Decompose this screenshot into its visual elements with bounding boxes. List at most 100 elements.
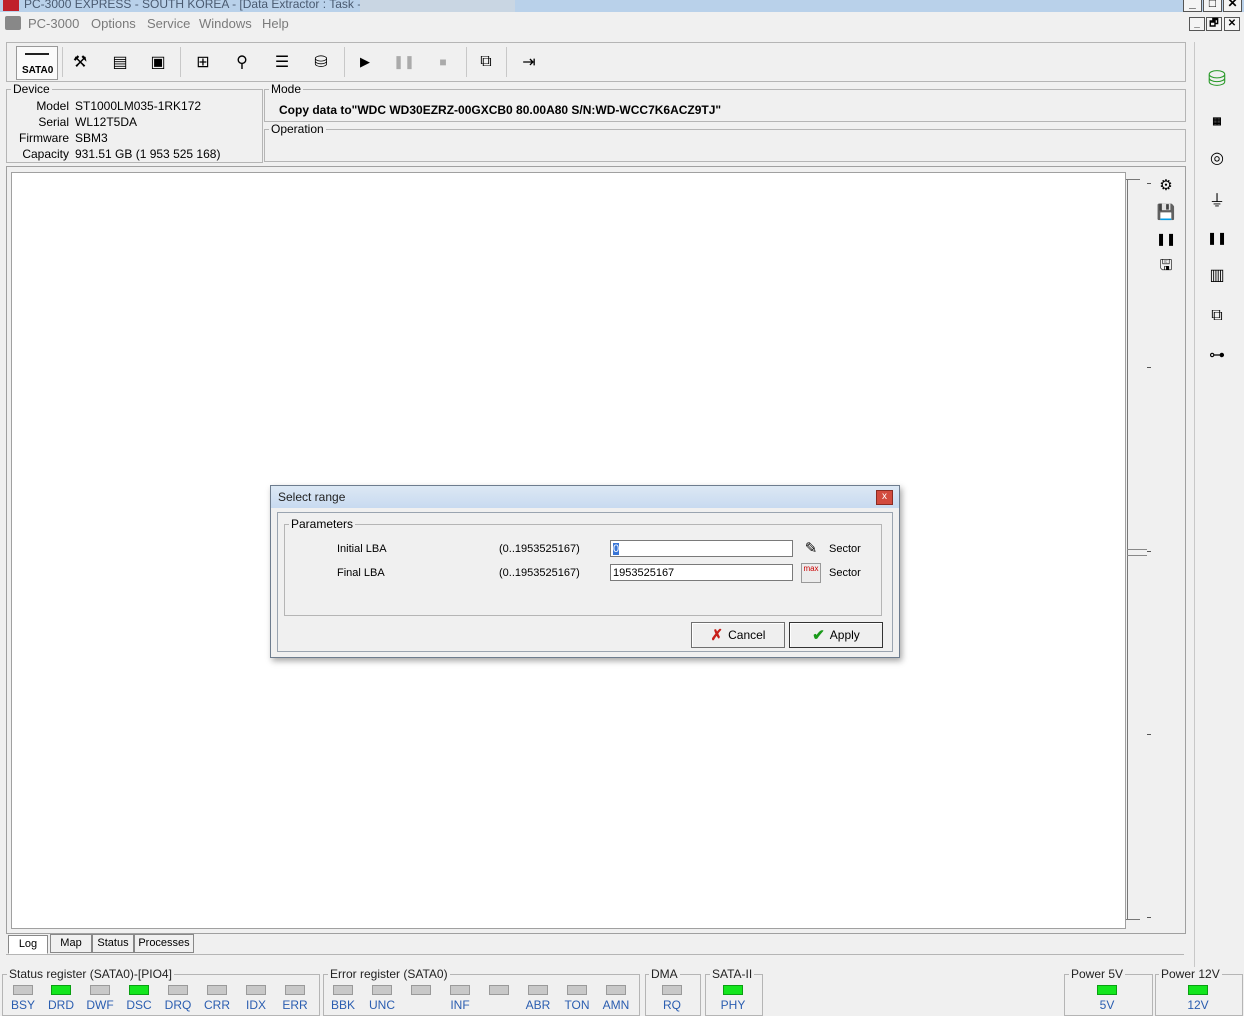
led-5v-label: 5V xyxy=(1099,998,1115,1012)
disk-activity-icon[interactable]: ▥ xyxy=(1203,262,1231,288)
led-unc-label: UNC xyxy=(369,998,395,1012)
slider-tick xyxy=(1147,917,1151,918)
save-as-icon[interactable]: 🖫 xyxy=(1155,256,1177,278)
slider-cap-bottom xyxy=(1126,919,1140,920)
app-menu-icon[interactable] xyxy=(5,16,21,30)
device-group-title: Device xyxy=(11,82,52,96)
menu-windows[interactable]: Windows xyxy=(199,16,252,31)
mdi-minimize-button[interactable]: _ xyxy=(1189,17,1205,31)
exit-icon[interactable]: ⇥ xyxy=(514,47,544,77)
mode-text: Copy data to"WDC WD30EZRZ-00GXCB0 80.00A… xyxy=(279,103,722,117)
capacity-label: Capacity xyxy=(22,147,69,161)
copy-icon[interactable]: ⧉ xyxy=(471,47,501,77)
menu-help[interactable]: Help xyxy=(262,16,289,31)
led-ton xyxy=(567,985,587,995)
tab-map[interactable]: Map xyxy=(50,934,92,953)
tab-log[interactable]: Log xyxy=(8,935,48,954)
settings-icon[interactable]: ⚙ xyxy=(1155,174,1177,196)
status-register-title: Status register (SATA0)-[PIO4] xyxy=(7,967,174,981)
mdi-restore-button[interactable]: 🗗 xyxy=(1206,17,1222,31)
maximize-button[interactable]: □ xyxy=(1203,0,1222,12)
model-label: Model xyxy=(36,99,69,113)
tree-icon[interactable]: ⊞ xyxy=(188,47,218,77)
sata2-title: SATA-II xyxy=(710,967,755,981)
max-icon[interactable]: max xyxy=(801,563,821,583)
led-blank-2 xyxy=(489,985,509,995)
sector-editor-icon[interactable]: ▤ xyxy=(105,47,135,77)
toolbar-separator xyxy=(344,47,345,77)
led-err xyxy=(285,985,305,995)
id-icon[interactable]: ▣ xyxy=(143,47,173,77)
menu-pc3000[interactable]: PC-3000 xyxy=(28,16,79,31)
stop-icon[interactable]: ■ xyxy=(428,47,458,77)
close-button[interactable]: ✕ xyxy=(1223,0,1242,12)
slider-cap-top xyxy=(1126,179,1140,180)
power5-title: Power 5V xyxy=(1069,967,1126,981)
port-select-button[interactable]: SATA0 xyxy=(16,46,58,80)
final-lba-input[interactable]: 1953525167 xyxy=(610,564,793,581)
sidebar-divider xyxy=(1194,42,1195,972)
apply-button[interactable]: ✔ Apply xyxy=(789,622,883,648)
final-lba-label: Final LBA xyxy=(337,567,385,579)
max-icon-label: max xyxy=(803,564,819,573)
tab-processes[interactable]: Processes xyxy=(134,934,194,953)
led-amn-label: AMN xyxy=(602,998,630,1012)
database-icon[interactable]: ⛁ xyxy=(1203,66,1231,92)
dialog-title: Select range xyxy=(278,490,346,504)
led-drq-label: DRQ xyxy=(164,998,192,1012)
dialog-title-bar: Select range x xyxy=(271,486,899,508)
pause-icon[interactable]: ❚❚ xyxy=(1203,225,1231,251)
cancel-x-icon: ✗ xyxy=(710,627,724,644)
pause-icon[interactable]: ❚❚ xyxy=(389,47,419,77)
slider-thumb[interactable] xyxy=(1127,549,1147,556)
initial-lba-label: Initial LBA xyxy=(337,543,387,555)
slider-tick xyxy=(1147,734,1151,735)
menu-service[interactable]: Service xyxy=(147,16,190,31)
apply-label: Apply xyxy=(829,628,860,642)
dma-title: DMA xyxy=(649,967,680,981)
toolbar-separator xyxy=(180,47,181,77)
stack-icon[interactable]: ☰ xyxy=(267,47,297,77)
minimize-button[interactable]: _ xyxy=(1183,0,1202,12)
disk-icon[interactable]: ⛁ xyxy=(306,47,336,77)
tools-icon[interactable]: ⚒ xyxy=(65,47,95,77)
power12-title: Power 12V xyxy=(1159,967,1222,981)
menu-options[interactable]: Options xyxy=(91,16,136,31)
mode-group: Mode Copy data to"WDC WD30EZRZ-00GXCB0 8… xyxy=(264,82,1186,122)
toolbar-separator xyxy=(62,47,63,77)
led-blank-1 xyxy=(411,985,431,995)
toolbar-separator xyxy=(466,47,467,77)
search-icon[interactable]: ⚲ xyxy=(227,47,257,77)
port-label: SATA0 xyxy=(22,65,54,76)
led-12v-label: 12V xyxy=(1187,998,1209,1012)
led-crr xyxy=(207,985,227,995)
final-lba-value: 1953525167 xyxy=(613,567,675,579)
title-redacted xyxy=(360,0,515,12)
play-icon[interactable]: ▶ xyxy=(350,47,380,77)
reset-icon[interactable]: ▦ xyxy=(1203,108,1231,134)
save-icon[interactable]: 💾 xyxy=(1155,201,1177,223)
connector-icon[interactable]: ⊶ xyxy=(1203,342,1231,368)
copy-remove-icon[interactable]: ⧉ xyxy=(1203,303,1231,329)
cancel-label: Cancel xyxy=(728,628,766,642)
slider-tick xyxy=(1147,183,1151,184)
led-dsc-label: DSC xyxy=(126,998,152,1012)
pick-icon[interactable]: ✎ xyxy=(801,539,821,559)
slider-tick xyxy=(1147,367,1151,368)
power-zero-icon[interactable]: ◎ xyxy=(1203,145,1231,171)
title-bar: PC-3000 EXPRESS - SOUTH KOREA - [Data Ex… xyxy=(0,0,1244,12)
signal-icon[interactable]: ⏚ xyxy=(1203,186,1231,212)
cancel-button[interactable]: ✗ Cancel xyxy=(691,622,785,648)
dialog-close-button[interactable]: x xyxy=(876,490,893,505)
device-group: Device Model ST1000LM035-1RK172 Serial W… xyxy=(6,82,263,163)
initial-lba-value: 0 xyxy=(613,543,620,555)
led-crr-label: CRR xyxy=(204,998,230,1012)
initial-unit-label: Sector xyxy=(829,543,861,555)
mdi-close-button[interactable]: ✕ xyxy=(1224,17,1240,31)
tab-status[interactable]: Status xyxy=(92,934,134,953)
pause-icon[interactable]: ❚❚ xyxy=(1155,228,1177,250)
led-abr-label: ABR xyxy=(525,998,551,1012)
toolbar-separator xyxy=(506,47,507,77)
led-rq xyxy=(662,985,682,995)
initial-lba-input[interactable]: 0 xyxy=(610,540,793,557)
